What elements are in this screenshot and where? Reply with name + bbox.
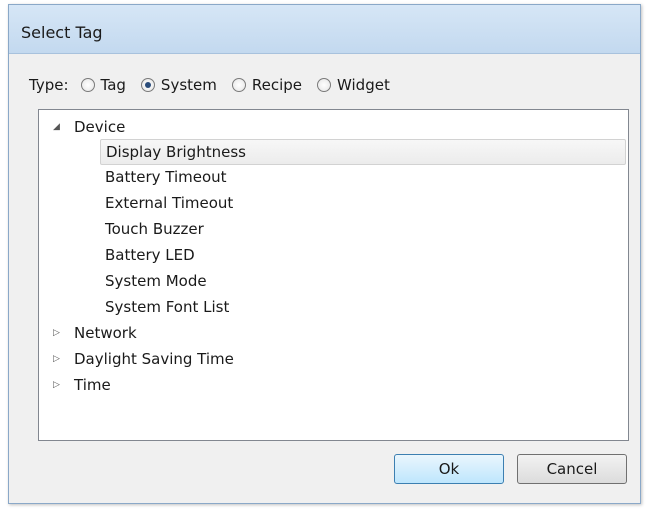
tree-item-label: External Timeout (105, 194, 234, 212)
type-label: Type: (29, 76, 69, 94)
type-selector: Type: Tag System Recipe Widget (29, 75, 405, 95)
radio-label: Recipe (251, 76, 303, 94)
tree-item-system-mode[interactable]: System Mode (100, 269, 211, 294)
tree-node-label: Device (74, 118, 126, 136)
tree-item-display-brightness[interactable]: Display Brightness (100, 139, 626, 165)
radio-label: Tag (100, 76, 126, 94)
tree-item-label: Display Brightness (106, 143, 246, 161)
radio-circle-icon (231, 78, 246, 92)
tree-item-label: Battery LED (105, 246, 195, 264)
dialog-title: Select Tag (21, 23, 103, 42)
tree-item-label: Touch Buzzer (105, 220, 204, 238)
tree-node-label: Time (74, 376, 111, 394)
radio-circle-checked-icon (140, 78, 155, 92)
tree-item-label: Battery Timeout (105, 168, 227, 186)
tree-item-touch-buzzer[interactable]: Touch Buzzer (100, 217, 208, 242)
tree-node-device[interactable]: ◢ Device (53, 115, 253, 140)
triangle-down-icon[interactable]: ◢ (53, 115, 65, 140)
ok-button[interactable]: Ok (394, 454, 504, 484)
radio-label: System (160, 76, 217, 94)
radio-circle-icon (80, 78, 95, 92)
radio-circle-icon (317, 78, 332, 92)
cancel-button[interactable]: Cancel (517, 454, 627, 484)
tree-item-external-timeout[interactable]: External Timeout (100, 191, 237, 216)
radio-label: Widget (337, 76, 390, 94)
triangle-right-icon[interactable]: ▷ (53, 321, 65, 346)
tree-node-time[interactable]: ▷ Time (53, 373, 253, 398)
tree-item-label: System Font List (105, 298, 230, 316)
tree-node-network[interactable]: ▷ Network (53, 321, 253, 346)
tree-item-battery-timeout[interactable]: Battery Timeout (100, 165, 231, 190)
radio-system[interactable]: System (140, 76, 217, 94)
tree-node-daylight-saving-time[interactable]: ▷ Daylight Saving Time (53, 347, 303, 372)
radio-widget[interactable]: Widget (317, 76, 390, 94)
tag-tree[interactable]: ◢ Device Display Brightness Battery Time… (38, 109, 629, 441)
tree-item-battery-led[interactable]: Battery LED (100, 243, 199, 268)
triangle-right-icon[interactable]: ▷ (53, 347, 65, 372)
tree-node-label: Network (74, 324, 137, 342)
radio-tag[interactable]: Tag (80, 76, 126, 94)
tree-item-label: System Mode (105, 272, 207, 290)
tree-node-label: Daylight Saving Time (74, 350, 234, 368)
radio-recipe[interactable]: Recipe (231, 76, 303, 94)
triangle-right-icon[interactable]: ▷ (53, 373, 65, 398)
title-bar[interactable]: Select Tag (9, 5, 640, 54)
select-tag-dialog: Select Tag Type: Tag System Recipe Widge… (8, 4, 641, 504)
tree-item-system-font-list[interactable]: System Font List (100, 295, 233, 320)
